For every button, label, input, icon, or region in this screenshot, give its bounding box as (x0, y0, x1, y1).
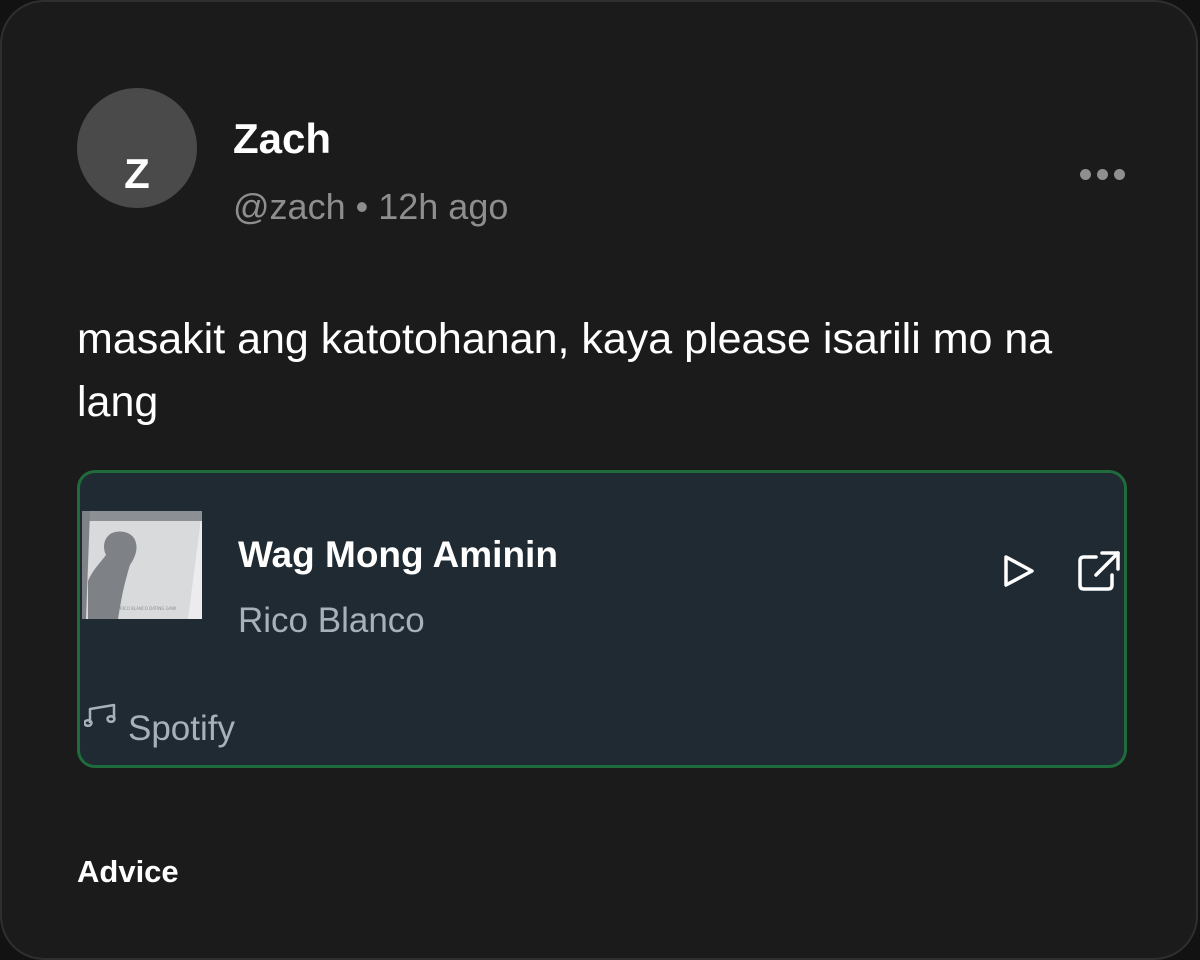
external-link-icon (1078, 551, 1120, 591)
post-time: 12h ago (378, 186, 509, 227)
source-label: Spotify (128, 709, 235, 748)
album-art-caption: RICO BLANCO DATING GAWI (120, 606, 176, 611)
album-art[interactable]: RICO BLANCO DATING GAWI (82, 511, 202, 619)
more-options-button[interactable] (1070, 154, 1134, 194)
post-tag[interactable]: Advice (77, 852, 179, 892)
post-card: Z Zach @zach • 12h ago masakit ang katot… (0, 0, 1198, 960)
play-button[interactable] (998, 551, 1038, 591)
ellipsis-icon-dot (1113, 168, 1125, 180)
open-external-button[interactable] (1076, 549, 1122, 593)
ellipsis-icon-dot (1096, 168, 1108, 180)
play-icon (1004, 555, 1034, 587)
music-note-icon (84, 703, 116, 727)
avatar[interactable]: Z (77, 88, 197, 208)
avatar-initial: Z (124, 150, 150, 197)
post-body: masakit ang katotohanan, kaya please isa… (77, 315, 1053, 426)
music-embed[interactable]: RICO BLANCO DATING GAWI Wag Mong Aminin … (77, 470, 1127, 768)
author-handle[interactable]: @zach (233, 186, 346, 227)
post-meta: @zach • 12h ago (233, 184, 508, 230)
album-art-image: RICO BLANCO DATING GAWI (82, 511, 202, 619)
meta-separator: • (355, 186, 369, 227)
track-title[interactable]: Wag Mong Aminin (238, 533, 558, 577)
ellipsis-icon (1079, 168, 1091, 180)
track-artist[interactable]: Rico Blanco (238, 599, 425, 643)
author-name[interactable]: Zach (233, 114, 331, 164)
